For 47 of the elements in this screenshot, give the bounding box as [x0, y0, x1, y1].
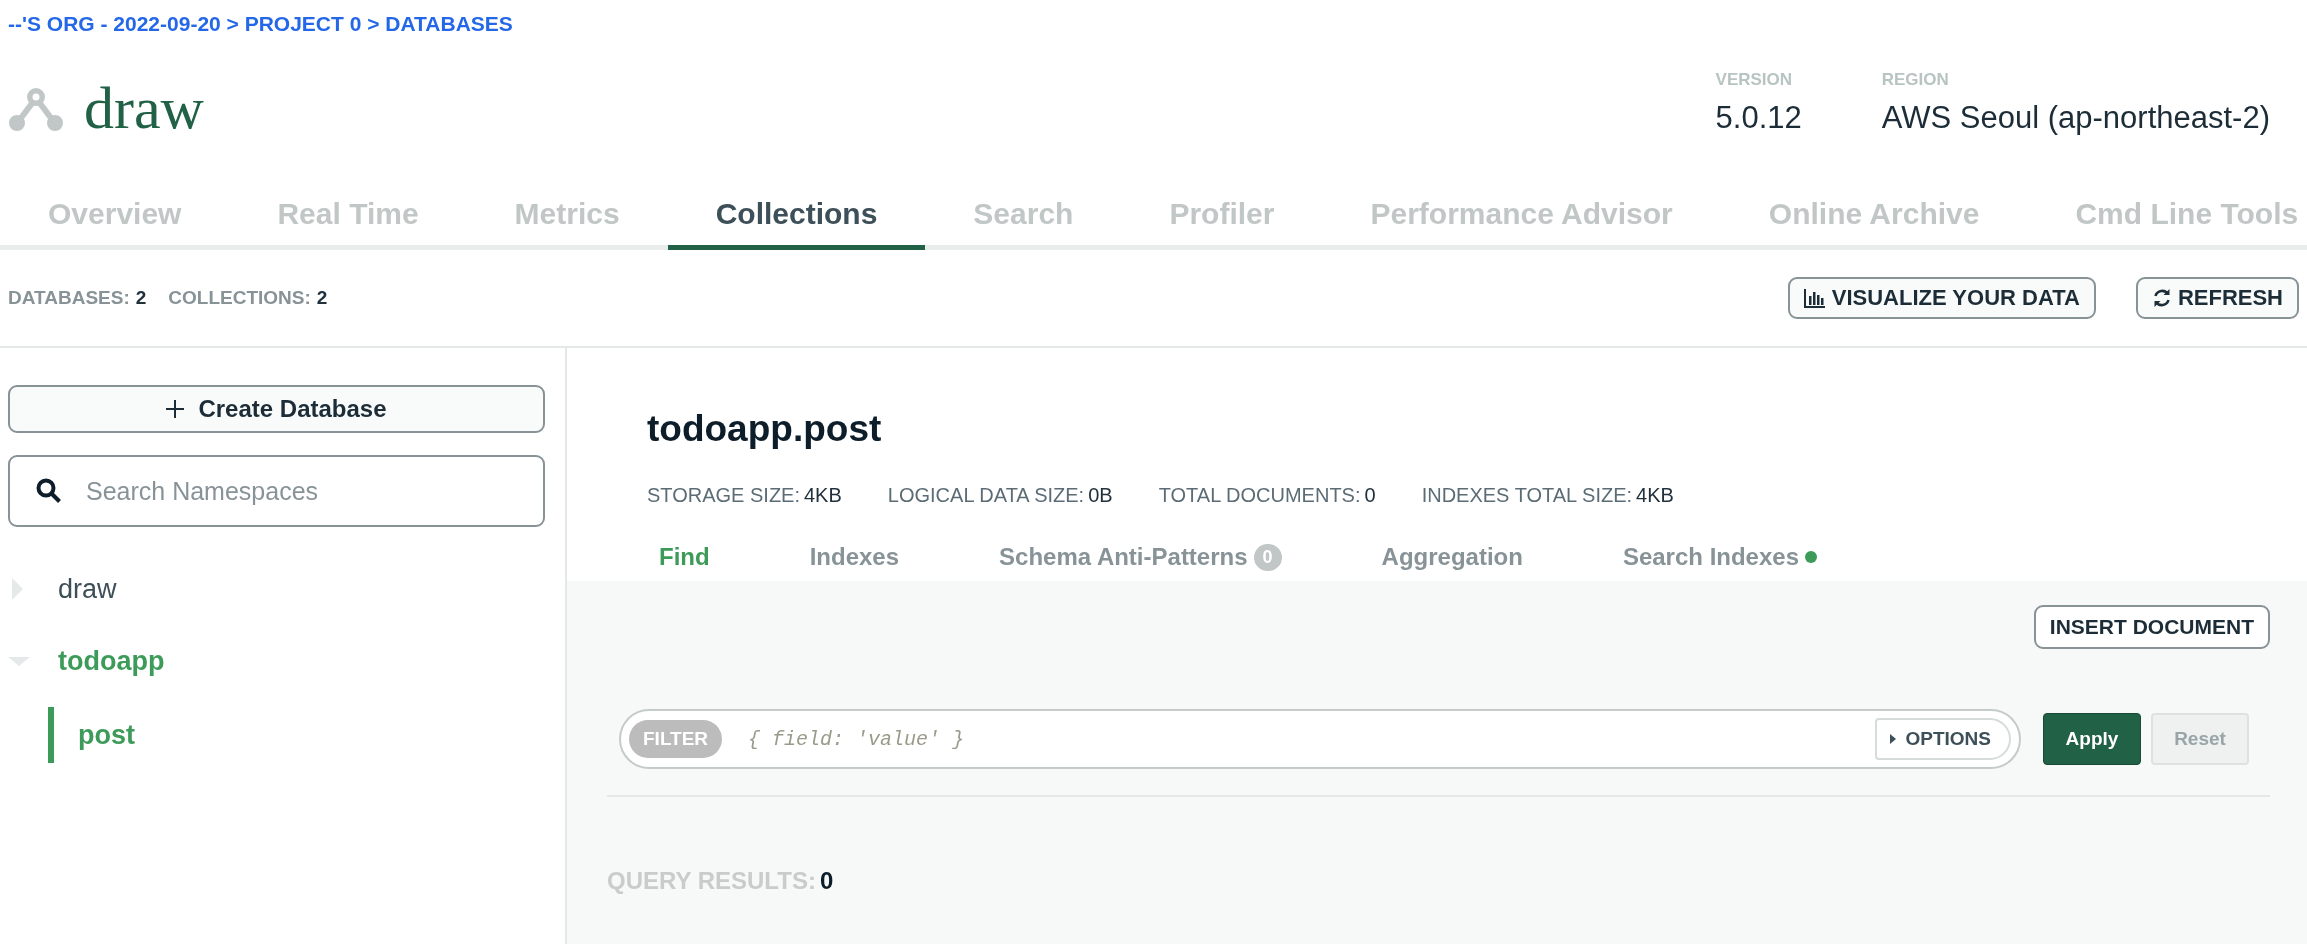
filter-field[interactable]: FILTER { field: 'value' } OPTIONS	[619, 709, 2021, 769]
filter-label: FILTER	[629, 720, 723, 758]
search-icon	[36, 478, 62, 504]
stat-label: LOGICAL DATA SIZE:	[887, 484, 1085, 506]
refresh-button[interactable]: REFRESH	[2135, 277, 2299, 319]
stat-value: 4KB	[804, 484, 842, 506]
collection-tab[interactable]: Find	[659, 543, 710, 571]
collection-tab[interactable]: Indexes	[809, 543, 900, 571]
database-item[interactable]: todoapp	[58, 645, 165, 677]
apply-button[interactable]: Apply	[2043, 713, 2141, 765]
insert-document-button[interactable]: INSERT DOCUMENT	[2033, 605, 2270, 649]
database-item[interactable]: draw	[58, 573, 117, 605]
refresh-icon	[2151, 288, 2172, 308]
caret-icon	[1889, 733, 1898, 745]
stat-value: 0B	[1088, 484, 1113, 506]
info-label: VERSION	[1715, 70, 1794, 90]
count-label: COLLECTIONS:	[168, 287, 311, 308]
collection-item[interactable]: post	[48, 707, 545, 763]
stat-label: TOTAL DOCUMENTS:	[1158, 484, 1361, 506]
stat-label: STORAGE SIZE:	[647, 484, 800, 506]
visualize-button[interactable]: VISUALIZE YOUR DATA	[1787, 277, 2096, 319]
count-value: 2	[316, 287, 328, 308]
nav-tab[interactable]: Collections	[667, 197, 926, 250]
results-count: 0	[819, 867, 834, 894]
reset-button[interactable]: Reset	[2151, 713, 2249, 765]
info-label: REGION	[1881, 70, 1950, 90]
info-value: 5.0.12	[1715, 100, 1802, 136]
info-value: AWS Seoul (ap-northeast-2)	[1881, 100, 2270, 136]
collection-tab[interactable]: Schema Anti-Patterns 0	[999, 543, 1282, 571]
cluster-name: draw	[84, 74, 204, 143]
search-field[interactable]: Search Namespaces	[8, 455, 545, 527]
collection-title: todoapp.post	[647, 408, 883, 450]
count-label: DATABASES:	[8, 287, 130, 308]
stat-value: 4KB	[1636, 484, 1674, 506]
options-button[interactable]: OPTIONS	[1875, 718, 2011, 760]
count-value: 2	[135, 287, 147, 308]
stat-label: INDEXES TOTAL SIZE:	[1421, 484, 1633, 506]
breadcrumb-link[interactable]: --'S ORG - 2022-09-20 > PROJECT 0 > DATABASES	[8, 12, 2307, 36]
create-database-button[interactable]: Create Database	[8, 385, 545, 433]
bar-chart-icon	[1803, 288, 1826, 308]
query-input[interactable]: { field: 'value' }	[746, 726, 1876, 752]
collection-tab[interactable]: Aggregation	[1381, 543, 1523, 571]
stat-value: 0	[1364, 484, 1376, 506]
collection-tab[interactable]: Search Indexes	[1622, 543, 1817, 571]
plus-icon	[166, 400, 185, 418]
count-badge: 0	[1253, 543, 1282, 571]
cluster-icon	[8, 85, 64, 132]
